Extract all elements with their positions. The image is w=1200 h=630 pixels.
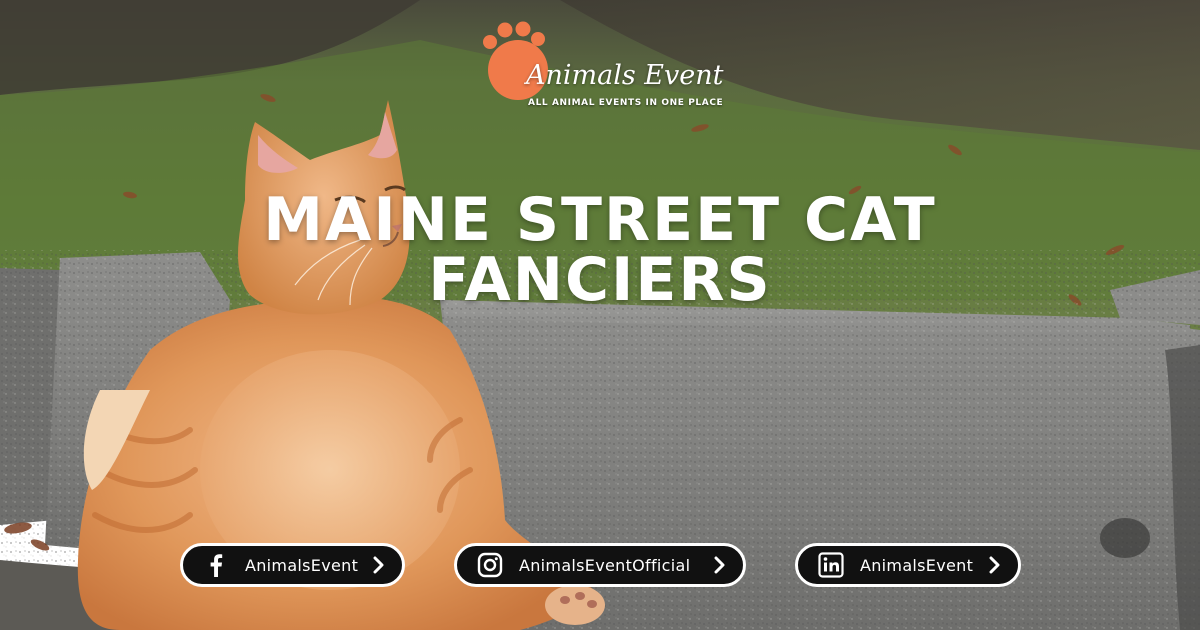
instagram-handle: AnimalsEventOfficial bbox=[519, 555, 691, 575]
linkedin-link-button[interactable]: AnimalsEvent bbox=[795, 543, 1021, 587]
chevron-right-icon bbox=[713, 556, 727, 574]
instagram-icon bbox=[477, 552, 503, 578]
event-title-line-2: Fanciers bbox=[428, 245, 772, 315]
event-title: Maine Street Cat Fanciers bbox=[0, 190, 1200, 310]
facebook-handle: AnimalsEvent bbox=[245, 555, 359, 575]
brand-tagline: ALL ANIMAL EVENTS IN ONE PLACE bbox=[528, 98, 724, 108]
chevron-right-icon bbox=[372, 556, 386, 574]
linkedin-handle: AnimalsEvent bbox=[860, 555, 974, 575]
brand-name: Animals Event bbox=[526, 60, 724, 91]
chevron-right-icon bbox=[988, 556, 1002, 574]
instagram-link-button[interactable]: AnimalsEventOfficial bbox=[454, 543, 746, 587]
brand-logo[interactable]: Animals Event ALL ANIMAL EVENTS IN ONE P… bbox=[478, 20, 728, 115]
linkedin-icon bbox=[818, 552, 844, 578]
event-title-line-1: Maine Street Cat bbox=[263, 185, 937, 255]
facebook-link-button[interactable]: AnimalsEvent bbox=[180, 543, 405, 587]
facebook-icon bbox=[203, 552, 229, 578]
